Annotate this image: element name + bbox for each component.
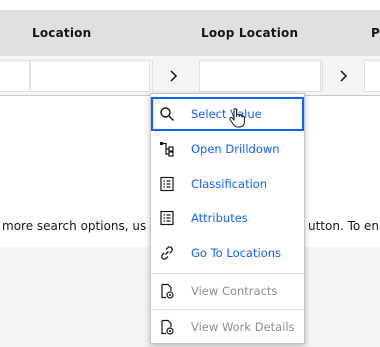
help-text-right: utton. To en (308, 219, 380, 233)
menu-item-go-to-locations[interactable]: Go To Locations (151, 236, 304, 270)
filter-input-next[interactable] (364, 60, 380, 92)
menu-item-label: View Contracts (191, 284, 278, 298)
menu-item-label: Classification (191, 177, 268, 191)
column-header-location[interactable]: Location (32, 10, 91, 56)
document-view-icon (151, 319, 183, 335)
menu-item-label: Open Drilldown (191, 142, 280, 156)
menu-item-label: Attributes (191, 211, 248, 225)
filter-input-prev[interactable] (0, 60, 30, 92)
filter-row (0, 56, 380, 96)
list-icon (151, 210, 183, 226)
table-header-row: Location Loop Location P (0, 10, 380, 56)
document-view-icon (151, 283, 183, 299)
menu-item-attributes[interactable]: Attributes (151, 201, 304, 235)
menu-item-open-drilldown[interactable]: Open Drilldown (151, 132, 304, 166)
chevron-right-icon (169, 70, 177, 82)
menu-item-label: View Work Details (191, 320, 295, 334)
menu-item-label: Go To Locations (191, 246, 281, 260)
menu-item-classification[interactable]: Classification (151, 167, 304, 201)
help-text-left: more search options, us (2, 219, 147, 233)
search-icon (151, 106, 183, 122)
column-header-loop-location[interactable]: Loop Location (201, 10, 298, 56)
menu-item-label: Select Value (191, 107, 262, 121)
location-filter-input[interactable] (30, 60, 150, 92)
column-header-partial[interactable]: P (371, 10, 380, 56)
drilldown-icon (151, 141, 183, 157)
loop-location-filter-input[interactable] (199, 60, 321, 92)
context-menu: Select Value Open Drilldown Classificati… (150, 93, 305, 344)
hand-pointer-cursor-icon (229, 108, 245, 128)
loop-location-lookup-button[interactable] (322, 60, 362, 92)
menu-item-view-work-details[interactable]: View Work Details (151, 310, 304, 344)
link-icon (151, 245, 183, 261)
list-icon (151, 176, 183, 192)
location-lookup-button[interactable] (152, 60, 192, 92)
chevron-right-icon (339, 70, 347, 82)
menu-item-view-contracts[interactable]: View Contracts (151, 274, 304, 308)
